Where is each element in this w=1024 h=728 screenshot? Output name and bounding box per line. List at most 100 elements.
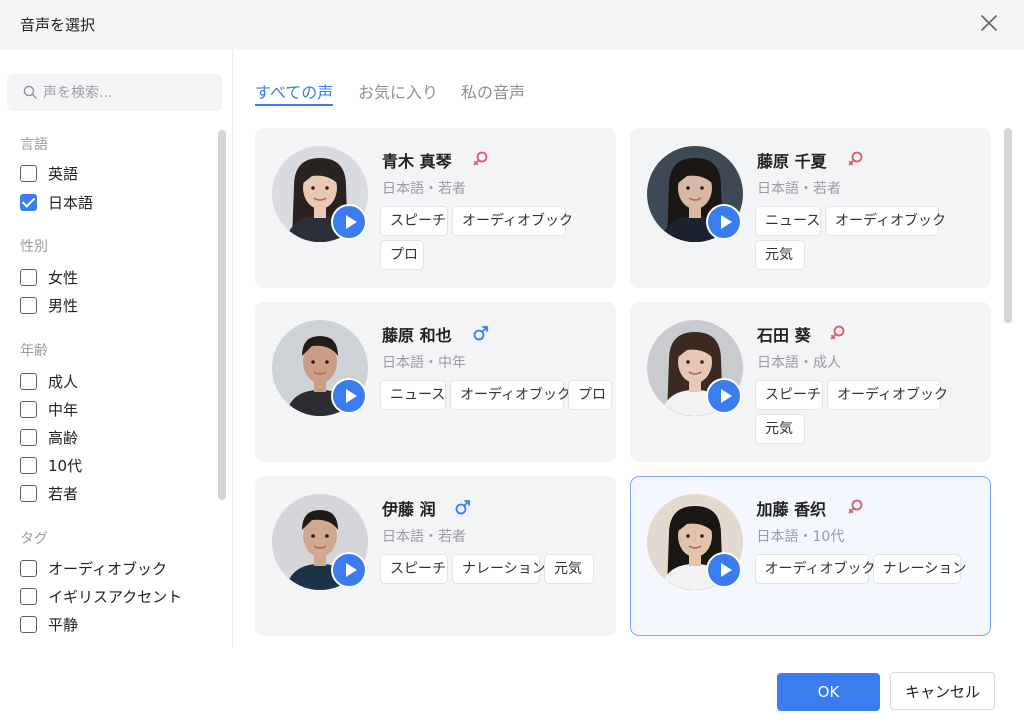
voice-meta: 日本語・若者 [382,529,466,545]
voice-name: 青木 真琴 [382,152,452,171]
voice-tag: オーディオブック [450,380,571,410]
voice-tag: 元気 [755,414,805,444]
checkbox-audiobook[interactable]: オーディオブック [20,557,167,579]
checkbox-label: 成人 [48,372,79,391]
voice-card[interactable]: 加藤 香织日本語・10代オーディオブック ナレーション [630,476,991,636]
voice-meta: 日本語・若者 [757,181,841,197]
voice-meta: 日本語・成人 [757,355,841,371]
voice-card[interactable]: 藤原 和也日本語・中年ニュース オーディオブック プロ [255,302,616,462]
checkbox-label: 若者 [48,484,79,503]
checkbox-box[interactable] [20,587,37,605]
voice-tag: プロ [380,240,424,270]
filter-title-gender: 性別 [20,239,48,255]
checkbox-box[interactable] [20,296,37,314]
filter-sidebar: 言語 英語 日本語 性別 女性 男性 年齢 成人 中年 高齢 10代 若者 タグ… [0,50,233,648]
voice-card[interactable]: 伊藤 润日本語・若者スピーチ ナレーション 元気 [255,476,616,636]
voice-meta: 日本語・10代 [756,528,845,545]
female-icon [472,150,490,168]
checkbox-label: 女性 [48,268,79,287]
voice-tag: オーディオブック [754,553,876,584]
voice-tag: ナレーション [452,554,546,584]
checkbox-label: 中年 [48,400,79,419]
checkbox-label: オーディオブック [48,559,167,578]
voice-name: 石田 葵 [757,326,811,345]
male-icon [454,498,472,516]
filter-title-language: 言語 [20,137,48,153]
voice-tag: スピーチ [380,206,448,236]
checkbox-box[interactable] [20,372,37,390]
voice-tag: 元気 [755,240,805,270]
checkbox-young[interactable]: 若者 [20,482,78,504]
female-icon [847,150,865,168]
tab-all-voices[interactable]: すべての声 [255,79,333,103]
sidebar-scrollbar[interactable] [218,130,226,500]
dialog-title: 音声を選択 [20,16,96,34]
checkbox-box[interactable] [20,268,37,286]
voice-tag: ナレーション [872,553,966,584]
checkbox-female[interactable]: 女性 [20,266,78,288]
voice-tag: 元気 [544,554,594,584]
play-button[interactable] [331,552,367,588]
voice-card[interactable]: 藤原 千夏 日本語・若者 ニュース オーディオブック 元気 [630,128,991,288]
voice-name: 藤原 千夏 [757,152,827,171]
voice-tag: プロ [568,380,612,410]
checkbox-senior[interactable]: 高齢 [20,426,78,448]
voice-tag: スピーチ [380,554,448,584]
male-icon [472,324,490,342]
checkbox-box[interactable] [20,484,37,502]
voice-tag: スピーチ [755,380,823,410]
checkbox-box[interactable] [20,456,37,474]
checkbox-box[interactable] [20,428,37,446]
checkbox-box[interactable] [20,615,37,633]
voice-tag: ニュース [755,206,821,236]
checkbox-british-accent[interactable]: イギリスアクセント [20,585,182,607]
tab-my-voices[interactable]: 私の音声 [461,79,525,103]
voice-meta: 日本語・中年 [382,355,466,371]
voice-tag: オーディオブック [452,206,573,236]
search-input[interactable] [43,74,213,111]
voice-grid-scrollbar[interactable] [1004,128,1012,323]
checkbox-label: イギリスアクセント [48,587,183,606]
checkbox-label: 高齢 [48,428,79,447]
voice-name: 伊藤 润 [382,500,436,519]
checkbox-box[interactable] [20,400,37,418]
voice-card[interactable]: 石田 葵日本語・成人スピーチ オーディオブック 元気 [630,302,991,462]
checkbox-label: 日本語 [48,193,94,212]
checkbox-japanese[interactable]: 日本語 [20,191,93,213]
play-button[interactable] [331,204,367,240]
voice-name: 加藤 香织 [756,499,827,519]
voice-tag: ニュース [380,380,446,410]
checkbox-box-checked[interactable] [20,193,37,211]
filter-title-age: 年齢 [20,343,48,359]
search-icon [23,85,37,99]
play-button[interactable] [705,551,742,588]
dialog-header: 音声を選択 [0,0,1024,50]
play-button[interactable] [331,378,367,414]
filter-title-tags: タグ [20,531,48,547]
checkbox-english[interactable]: 英語 [20,162,78,184]
checkbox-box[interactable] [20,559,37,577]
checkbox-middle-age[interactable]: 中年 [20,398,78,420]
checkbox-label: 平静 [48,615,79,634]
checkbox-box[interactable] [20,164,37,182]
voice-meta: 日本語・若者 [382,181,466,197]
checkbox-adult[interactable]: 成人 [20,370,78,392]
voice-tag: オーディオブック [827,380,948,410]
female-icon [829,324,847,342]
checkbox-teen[interactable]: 10代 [20,454,82,476]
checkbox-male[interactable]: 男性 [20,294,78,316]
play-button[interactable] [706,378,742,414]
voice-card[interactable]: 青木 真琴日本語・若者スピーチ オーディオブック プロ [255,128,616,288]
checkbox-label: 男性 [48,296,79,315]
close-icon[interactable] [976,10,1002,36]
tab-active-indicator [255,104,333,106]
ok-button[interactable]: OK [777,673,880,711]
checkbox-calm[interactable]: 平静 [20,613,78,635]
cancel-button[interactable]: キャンセル [890,672,995,710]
tab-favorites[interactable]: お気に入り [358,79,438,103]
voice-name: 藤原 和也 [382,326,452,345]
search-box[interactable] [7,74,222,111]
checkbox-label: 10代 [48,456,83,475]
play-button[interactable] [706,204,742,240]
checkbox-label: 英語 [48,164,79,183]
